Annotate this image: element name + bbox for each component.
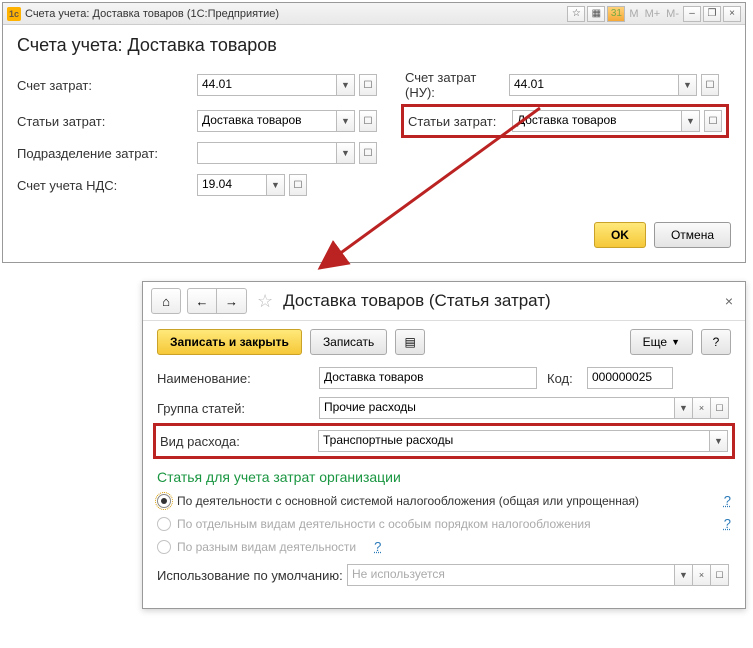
- open-icon[interactable]: ☐: [711, 397, 729, 419]
- close-button[interactable]: ×: [723, 6, 741, 22]
- highlight-expense-type: Вид расхода: Транспортные расходы ▼: [153, 423, 735, 459]
- label-name: Наименование:: [157, 371, 319, 386]
- ok-button[interactable]: OK: [594, 222, 646, 248]
- open-icon[interactable]: ☐: [289, 174, 307, 196]
- calc-icon[interactable]: ▦: [587, 6, 605, 22]
- radio-label: По разным видам деятельности: [177, 540, 356, 554]
- cost-account-input[interactable]: 44.01: [197, 74, 337, 96]
- help-button[interactable]: ?: [701, 329, 731, 355]
- radio-label: По отдельным видам деятельности с особым…: [177, 517, 591, 531]
- page-title: Счета учета: Доставка товаров: [17, 35, 731, 56]
- help-link[interactable]: ?: [724, 516, 731, 531]
- default-use-input[interactable]: Не используется: [347, 564, 675, 586]
- label-cost-account-nu: Счет затрат (НУ):: [405, 70, 509, 100]
- radio-label: По деятельности с основной системой нало…: [177, 494, 639, 508]
- open-icon[interactable]: ☐: [359, 110, 377, 132]
- forward-button[interactable]: →: [217, 288, 247, 314]
- toolbar: Записать и закрыть Записать ▤ Еще▼ ?: [143, 321, 745, 363]
- cost-item-window: ⌂ ← → ☆ Доставка товаров (Статья затрат)…: [142, 281, 746, 609]
- cost-account-nu-input[interactable]: 44.01: [509, 74, 679, 96]
- department-input[interactable]: [197, 142, 337, 164]
- radio-main-tax[interactable]: [157, 494, 171, 508]
- window-header: ⌂ ← → ☆ Доставка товаров (Статья затрат)…: [143, 282, 745, 321]
- label-group: Группа статей:: [157, 401, 319, 416]
- back-button[interactable]: ←: [187, 288, 217, 314]
- mem-mplus[interactable]: M+: [643, 8, 663, 20]
- mem-m[interactable]: M: [627, 8, 640, 20]
- titlebar-controls: ☆ ▦ 31 M M+ M- – ❐ ×: [567, 6, 741, 22]
- dropdown-icon[interactable]: ▼: [675, 564, 693, 586]
- dropdown-icon[interactable]: ▼: [267, 174, 285, 196]
- label-default-use: Использование по умолчанию:: [157, 568, 347, 583]
- vat-account-input[interactable]: 19.04: [197, 174, 267, 196]
- label-department: Подразделение затрат:: [17, 146, 197, 161]
- cancel-button[interactable]: Отмена: [654, 222, 731, 248]
- label-cost-account: Счет затрат:: [17, 78, 197, 93]
- dropdown-icon[interactable]: ▼: [679, 74, 697, 96]
- open-icon[interactable]: ☐: [711, 564, 729, 586]
- calendar-icon[interactable]: 31: [607, 6, 625, 22]
- expense-type-input[interactable]: Транспортные расходы: [318, 430, 710, 452]
- name-input[interactable]: Доставка товаров: [319, 367, 537, 389]
- list-icon[interactable]: ▤: [395, 329, 425, 355]
- label-vat-account: Счет учета НДС:: [17, 178, 197, 193]
- dropdown-icon[interactable]: ▼: [710, 430, 728, 452]
- dropdown-icon[interactable]: ▼: [682, 110, 700, 132]
- label-code: Код:: [547, 371, 587, 386]
- highlight-cost-items: Статьи затрат: Доставка товаров ▼ ☐: [401, 104, 729, 138]
- more-button[interactable]: Еще▼: [630, 329, 693, 355]
- window-body: Наименование: Доставка товаров Код: 0000…: [143, 363, 745, 608]
- open-icon[interactable]: ☐: [359, 142, 377, 164]
- favorite-icon[interactable]: ☆: [257, 291, 273, 312]
- help-link[interactable]: ?: [374, 539, 381, 554]
- code-input[interactable]: 000000025: [587, 367, 673, 389]
- close-icon[interactable]: ×: [721, 293, 737, 309]
- accounts-window: 1c Счета учета: Доставка товаров (1С:Пре…: [2, 2, 746, 263]
- page-title: Доставка товаров (Статья затрат): [283, 291, 715, 311]
- dropdown-icon[interactable]: ▼: [337, 142, 355, 164]
- clear-icon[interactable]: ×: [693, 397, 711, 419]
- home-button[interactable]: ⌂: [151, 288, 181, 314]
- save-close-button[interactable]: Записать и закрыть: [157, 329, 302, 355]
- dropdown-icon[interactable]: ▼: [675, 397, 693, 419]
- open-icon[interactable]: ☐: [701, 74, 719, 96]
- maximize-button[interactable]: ❐: [703, 6, 721, 22]
- label-cost-items: Статьи затрат:: [17, 114, 197, 129]
- clear-icon[interactable]: ×: [693, 564, 711, 586]
- dropdown-icon[interactable]: ▼: [337, 110, 355, 132]
- app-icon: 1c: [7, 7, 21, 21]
- fav-icon[interactable]: ☆: [567, 6, 585, 22]
- help-link[interactable]: ?: [724, 493, 731, 508]
- window-body: Счета учета: Доставка товаров Счет затра…: [3, 25, 745, 262]
- mem-mminus[interactable]: M-: [664, 8, 681, 20]
- section-heading: Статья для учета затрат организации: [157, 469, 731, 485]
- radio-mixed[interactable]: [157, 540, 171, 554]
- open-icon[interactable]: ☐: [704, 110, 722, 132]
- cost-items-input[interactable]: Доставка товаров: [197, 110, 337, 132]
- minimize-button[interactable]: –: [683, 6, 701, 22]
- window-title: Счета учета: Доставка товаров (1С:Предпр…: [25, 8, 567, 20]
- save-button[interactable]: Записать: [310, 329, 387, 355]
- label-expense-type: Вид расхода:: [160, 434, 318, 449]
- cost-items-r-input[interactable]: Доставка товаров: [512, 110, 682, 132]
- open-icon[interactable]: ☐: [359, 74, 377, 96]
- group-input[interactable]: Прочие расходы: [319, 397, 675, 419]
- label-cost-items-r: Статьи затрат:: [408, 114, 512, 129]
- radio-special-tax[interactable]: [157, 517, 171, 531]
- dropdown-icon[interactable]: ▼: [337, 74, 355, 96]
- titlebar: 1c Счета учета: Доставка товаров (1С:Пре…: [3, 3, 745, 25]
